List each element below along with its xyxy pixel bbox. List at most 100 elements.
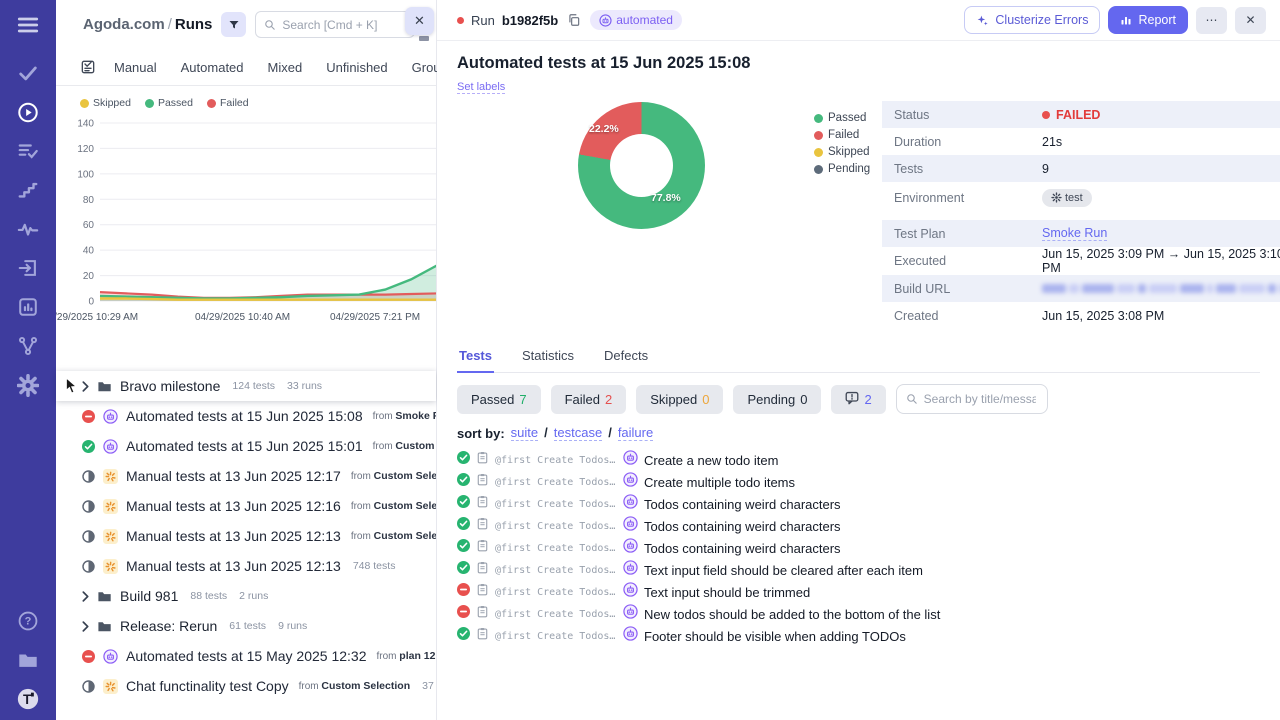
run-group-row[interactable]: Bravo milestone 124 tests 33 runs <box>56 371 436 401</box>
automated-test-icon <box>623 560 638 580</box>
test-list-item[interactable]: @first Create Todos… Todos containing wei… <box>457 537 1260 559</box>
set-labels-link[interactable]: Set labels <box>457 81 506 94</box>
filter-button[interactable] <box>221 12 247 37</box>
more-actions-button[interactable]: ⋯ <box>1196 6 1227 34</box>
menu-icon[interactable] <box>17 14 39 36</box>
sort-separator: / <box>608 425 612 440</box>
test-filters-row: Passed 7 Failed 2 Skipped 0 Pending 0 2 <box>457 384 1260 414</box>
run-list-item[interactable]: Automated tests at 15 May 2025 12:32 from… <box>56 641 436 671</box>
report-button[interactable]: Report <box>1108 6 1188 34</box>
sidebar-folder-icon[interactable] <box>17 649 39 671</box>
test-list-item[interactable]: @first Create Todos… New todos should be … <box>457 603 1260 625</box>
filter-passed[interactable]: Passed 7 <box>457 384 541 414</box>
run-list-item[interactable]: Chat functinality test Copy from Custom S… <box>56 671 436 701</box>
test-list-item[interactable]: @first Create Todos… Todos containing wei… <box>457 493 1260 515</box>
run-list-item[interactable]: Manual tests at 13 Jun 2025 12:13 from Cu… <box>56 521 436 551</box>
tabs-row: Manual Automated Mixed Unfinished Groups <box>114 60 478 75</box>
test-plan-link[interactable]: Smoke Run <box>1042 226 1108 241</box>
sidebar-import-icon[interactable] <box>17 257 39 279</box>
tab-defects[interactable]: Defects <box>602 344 650 372</box>
filter-skipped[interactable]: Skipped 0 <box>636 384 724 414</box>
folder-icon <box>97 619 112 634</box>
automated-test-icon <box>623 626 638 646</box>
status-progress-icon <box>82 559 95 573</box>
sidebar-play-icon[interactable] <box>17 101 39 123</box>
area-chart-svg: 0 20 40 60 80 100 120 140 <box>77 119 436 308</box>
sort-by-suite[interactable]: suite <box>510 425 539 441</box>
run-list-item[interactable]: Manual tests at 13 Jun 2025 12:17 from Cu… <box>56 461 436 491</box>
sidebar-chart-box-icon[interactable] <box>17 296 39 318</box>
run-detail-panel: Run b1982f5b automated Clusterize Errors… <box>437 0 1280 720</box>
sidebar-list-check-icon[interactable] <box>17 140 39 162</box>
environment-pill[interactable]: test <box>1042 188 1092 207</box>
clusterize-errors-button[interactable]: Clusterize Errors <box>964 6 1101 34</box>
filter-pending[interactable]: Pending 0 <box>733 384 822 414</box>
testcase-icon <box>476 605 489 623</box>
status-passed-icon <box>457 451 470 469</box>
testcase-icon <box>476 495 489 513</box>
run-list-item[interactable]: Manual tests at 13 Jun 2025 12:13 748 tes… <box>56 551 436 581</box>
sidebar-logo-icon[interactable]: T <box>17 688 39 710</box>
filter-comments[interactable]: 2 <box>831 384 886 414</box>
run-list-item[interactable]: Automated tests at 15 Jun 2025 15:01 from… <box>56 431 436 461</box>
status-passed-icon <box>82 439 95 453</box>
tab-unfinished[interactable]: Unfinished <box>326 60 387 75</box>
run-group-row[interactable]: Build 981 88 tests 2 runs <box>56 581 436 611</box>
copy-run-id-button[interactable] <box>565 11 583 29</box>
tab-tests[interactable]: Tests <box>457 344 494 373</box>
sidebar-gear-icon[interactable] <box>17 373 39 397</box>
run-identity: Run b1982f5b automated <box>457 10 682 30</box>
automated-run-icon <box>103 648 118 664</box>
sort-label: sort by: <box>457 425 505 441</box>
manual-run-icon <box>103 558 118 574</box>
sidebar-steps-icon[interactable] <box>17 179 39 201</box>
automated-test-icon <box>623 538 638 558</box>
tests-list: @first Create Todos… Create a new todo it… <box>457 449 1260 647</box>
test-title: Text input should be trimmed <box>644 584 811 600</box>
sort-by-failure[interactable]: failure <box>617 425 654 441</box>
sidebar-help-icon[interactable]: ? <box>17 610 39 632</box>
tab-manual[interactable]: Manual <box>114 60 157 75</box>
select-all-icon[interactable] <box>80 59 96 75</box>
detail-label: Build URL <box>894 281 951 296</box>
panel-close-button[interactable]: ✕ <box>405 7 434 35</box>
test-list-item[interactable]: @first Create Todos… Todos containing wei… <box>457 515 1260 537</box>
tab-automated[interactable]: Automated <box>181 60 244 75</box>
status-text: FAILED <box>1056 107 1101 122</box>
run-detail-topbar: Run b1982f5b automated Clusterize Errors… <box>437 0 1280 41</box>
test-list-item[interactable]: @first Create Todos… Text input field sho… <box>457 559 1260 581</box>
filter-count: 0 <box>702 391 710 407</box>
run-group-row[interactable]: Release: Rerun 61 tests 9 runs <box>56 611 436 641</box>
legend-label: Passed <box>157 97 193 109</box>
status-passed-icon <box>457 495 470 513</box>
runs-search-input[interactable] <box>282 17 398 32</box>
test-list-item[interactable]: @first Create Todos… Footer should be vis… <box>457 625 1260 647</box>
filter-failed[interactable]: Failed 2 <box>550 384 627 414</box>
robot-icon <box>599 13 612 27</box>
runs-history-chart: 020406080100120140 04/29/2025 10:29 AM04… <box>56 111 436 323</box>
tab-statistics[interactable]: Statistics <box>520 344 576 372</box>
test-list-item[interactable]: @first Create Todos… Create multiple todo… <box>457 471 1260 493</box>
sidebar-branch-icon[interactable] <box>17 335 39 357</box>
group-title: Bravo milestone <box>120 378 221 394</box>
legend-dot-icon <box>144 98 154 108</box>
sort-separator: / <box>544 425 548 440</box>
test-list-item[interactable]: @first Create Todos… Create a new todo it… <box>457 449 1260 471</box>
automated-badge[interactable]: automated <box>590 10 682 30</box>
manual-run-icon <box>103 678 118 694</box>
run-list-item[interactable]: Automated tests at 15 Jun 2025 15:08 from… <box>56 401 436 431</box>
sidebar-activity-icon[interactable] <box>17 218 39 240</box>
sidebar-check-icon[interactable] <box>17 62 39 84</box>
test-list-item[interactable]: @first Create Todos… Text input should be… <box>457 581 1260 603</box>
tab-mixed[interactable]: Mixed <box>268 60 303 75</box>
run-list-item[interactable]: Manual tests at 13 Jun 2025 12:16 from Cu… <box>56 491 436 521</box>
tests-search-input[interactable] <box>923 392 1036 406</box>
group-runs-count: 2 runs <box>239 590 269 602</box>
filter-label: Skipped <box>650 391 698 407</box>
run-details-table: Status FAILED Duration 21s Tests 9 Envir… <box>882 99 1280 331</box>
sort-by-testcase[interactable]: testcase <box>553 425 603 441</box>
testcase-icon <box>476 473 489 491</box>
created-value: Jun 15, 2025 3:08 PM <box>1042 308 1165 323</box>
manual-run-icon <box>103 528 118 544</box>
close-run-button[interactable]: ✕ <box>1235 6 1266 34</box>
